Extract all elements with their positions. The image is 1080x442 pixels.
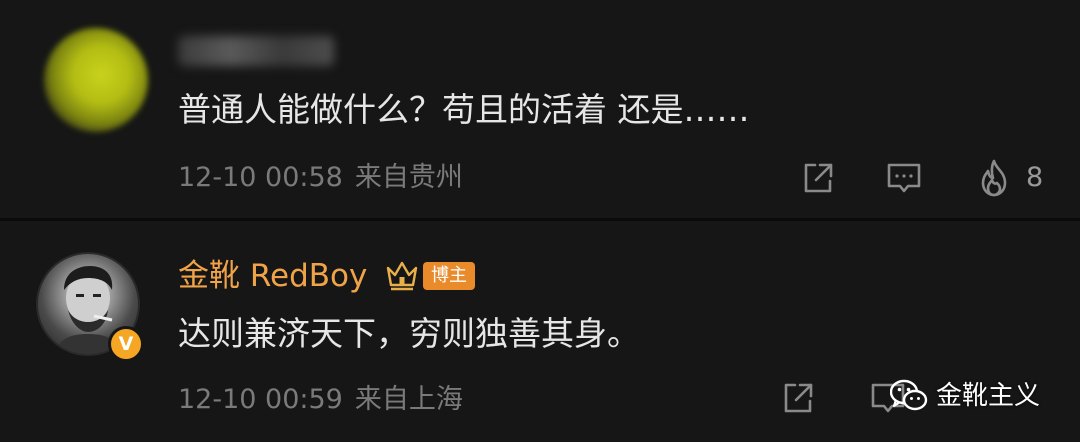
verified-badge: V xyxy=(108,326,144,362)
flame-like-icon[interactable] xyxy=(974,157,1014,197)
comment-text: 普通人能做什么？苟且的活着 还是…… xyxy=(178,90,750,129)
username[interactable]: 金靴 RedBoy xyxy=(178,256,367,296)
username-blurred[interactable] xyxy=(178,36,334,66)
crown-badge-icon[interactable] xyxy=(384,258,420,294)
avatar-blurred[interactable] xyxy=(44,28,148,132)
watermark-text: 金靴主义 xyxy=(936,381,1041,411)
share-icon[interactable] xyxy=(798,158,838,198)
comment-thread: 普通人能做什么？苟且的活着 还是…… 12-10 00:58 来自贵州 8 V … xyxy=(0,0,1080,442)
comment-time: 12-10 00:59 xyxy=(178,384,343,415)
comment-time: 12-10 00:58 xyxy=(178,162,343,193)
comment-location: 来自上海 xyxy=(354,384,463,415)
blogger-tag: 博主 xyxy=(423,262,475,290)
comment-meta: 12-10 00:59 来自上海 xyxy=(178,382,463,418)
like-count: 8 xyxy=(1026,162,1044,193)
share-icon[interactable] xyxy=(778,378,818,418)
comment-location: 来自贵州 xyxy=(354,162,463,193)
wechat-icon xyxy=(890,379,928,411)
comment-icon[interactable] xyxy=(884,158,924,198)
comment-meta: 12-10 00:58 来自贵州 xyxy=(178,160,463,196)
watermark: 金靴主义 xyxy=(890,374,1040,418)
comment-text: 达则兼济天下，穷则独善其身。 xyxy=(178,314,640,353)
